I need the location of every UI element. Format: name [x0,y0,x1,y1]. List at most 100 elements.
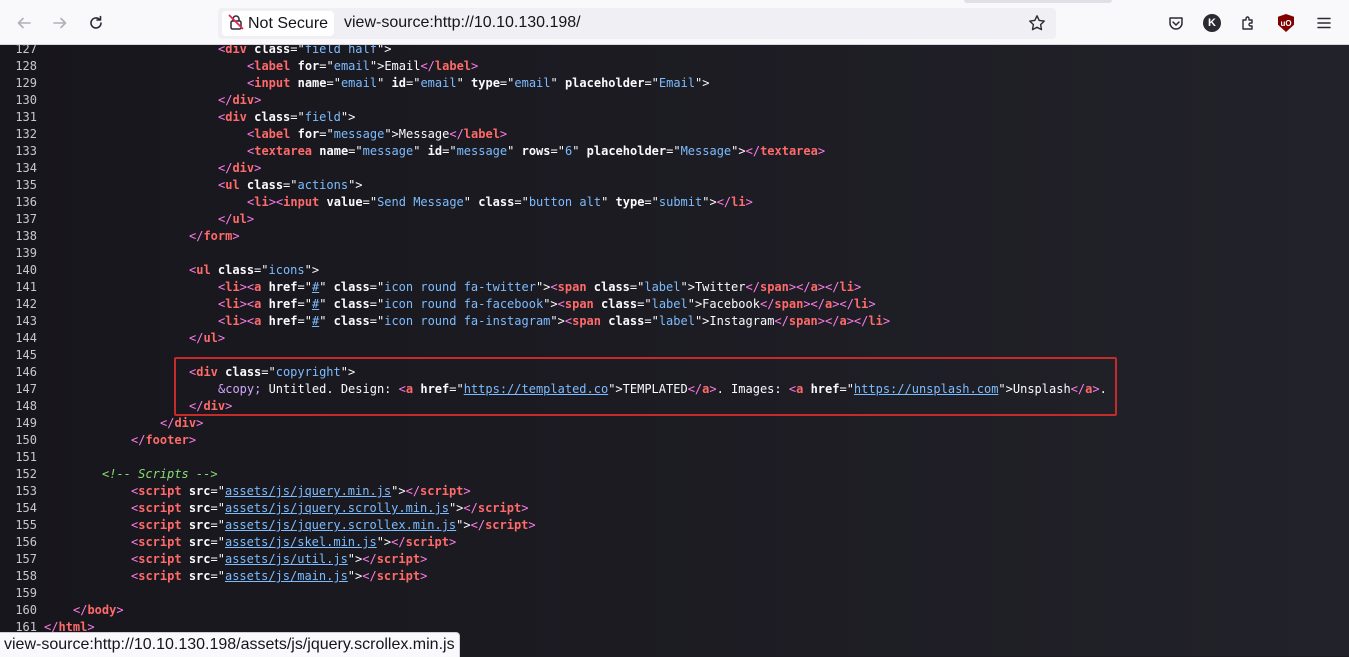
code-token: =" [405,76,421,90]
source-link[interactable]: assets/js/jquery.scrollex.min.js [225,518,456,532]
code-token: =" [283,178,298,192]
code-token: Twitter [694,280,746,294]
code-token: class [217,263,255,277]
source-line: 141 <li><a href="#" class="icon round fa-… [0,279,861,296]
hamburger-menu-icon [1316,15,1332,31]
code-token: ></ [832,297,854,311]
code-token: class [254,110,291,124]
line-code: <script src="assets/js/main.js"></script… [131,568,427,585]
url-text[interactable]: view-source:http://10.10.130.198/ [344,14,581,32]
browser-toolbar: Not Secure view-source:http://10.10.130.… [0,0,1349,45]
code-token: > [116,603,124,617]
source-link[interactable]: assets/js/util.js [225,552,348,566]
site-security-indicator[interactable]: Not Secure [222,11,334,36]
account-avatar: K [1203,14,1221,32]
code-token: for [297,127,320,141]
code-token: label [658,314,695,328]
code-token: ></ [788,280,811,294]
source-line: 128 <label for="email">Email</label> [0,58,478,75]
code-token: message [456,144,508,158]
source-line: 138 </form> [0,228,239,245]
source-link[interactable]: assets/js/jquery.scrolly.min.js [225,501,449,515]
tab-strip-edge [964,0,1112,3]
code-token: </ [405,484,421,498]
code-token: div [232,93,255,107]
line-code: <input name="email" id="email" type="ema… [247,75,709,92]
code-token: icon round fa-facebook [384,297,544,311]
extensions-button[interactable] [1233,8,1263,38]
pocket-button[interactable] [1161,8,1191,38]
code-token: " [377,76,392,90]
code-token: li [225,314,240,328]
code-token: =" [210,518,225,532]
code-token: textarea [254,144,313,158]
source-link[interactable]: assets/js/skel.min.js [225,535,377,549]
code-token: type [615,195,645,209]
code-token: value [326,195,363,209]
code-token: > [254,93,262,107]
code-token: >< [268,195,284,209]
source-line: 145 [0,347,44,364]
code-token: =" [210,535,225,549]
code-token: </ [131,433,146,447]
line-number: 152 [15,467,37,481]
code-token: =" [362,195,378,209]
code-token: class [333,314,370,328]
code-token: =" [629,280,645,294]
code-token: submit [658,195,703,209]
code-token: li [868,314,883,328]
back-button[interactable] [9,8,39,38]
line-number: 127 [15,45,37,56]
reload-button[interactable] [81,8,111,38]
code-token: "> [543,297,558,311]
code-token: id [427,144,443,158]
code-token: class [333,297,370,311]
source-line: 143 <li><a href="#" class="icon round fa-… [0,313,890,330]
source-line: 159 [0,585,44,602]
code-token: "> [376,45,392,56]
bookmark-star-icon[interactable] [1028,14,1046,36]
code-token: =" [210,552,225,566]
code-token: label [651,297,688,311]
code-token: </ [218,93,233,107]
code-token: =" [290,45,305,56]
code-token: "> [384,127,399,141]
code-token: class [333,280,370,294]
code-token: src [188,518,211,532]
code-token: id [391,76,406,90]
code-token: </ [470,518,486,532]
ublock-extension-button[interactable]: uO [1271,8,1301,38]
code-token: "> [340,110,356,124]
line-number: 138 [15,229,37,243]
account-button[interactable]: K [1197,8,1227,38]
line-number: 142 [15,297,37,311]
menu-button[interactable] [1309,8,1339,38]
line-code: <script src="assets/js/jquery.scrollex.m… [131,517,536,534]
code-token: li [225,280,240,294]
code-token: </ [463,501,478,515]
code-token: "> [694,314,710,328]
code-token: =" [499,76,515,90]
code-token: icon round fa-twitter [384,280,536,294]
code-token: > [420,569,428,583]
address-bar[interactable]: Not Secure view-source:http://10.10.130.… [218,8,1056,39]
code-token: class [478,195,515,209]
code-token: script [138,535,182,549]
code-token: href [268,314,298,328]
code-token: =" [297,314,312,328]
code-token: > [817,144,826,158]
code-token: Message [680,144,732,158]
code-token: script [477,501,522,515]
code-token: "> [369,59,385,73]
source-link[interactable]: assets/js/main.js [225,569,348,583]
code-token: >< [239,297,255,311]
line-number: 153 [15,484,37,498]
forward-button[interactable] [45,8,75,38]
view-source-content[interactable]: 127 <div class="field half"> 128 <label for… [0,45,1349,656]
source-link[interactable]: assets/js/jquery.min.js [225,484,391,498]
code-token: body [87,603,117,617]
